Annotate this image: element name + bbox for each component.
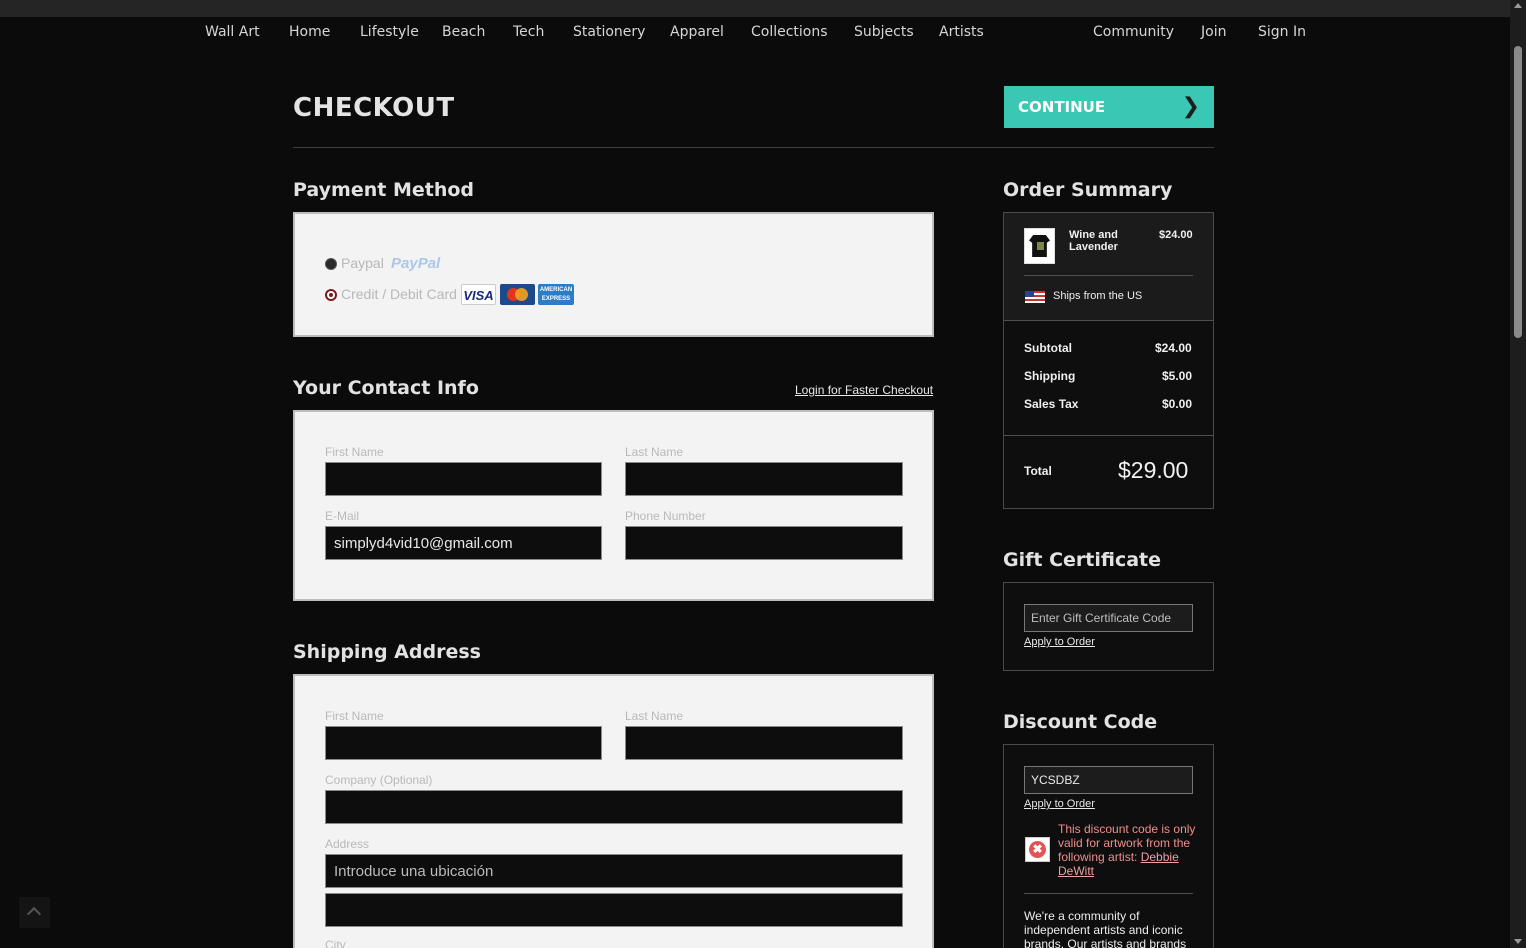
- nav-collections[interactable]: Collections: [751, 24, 828, 40]
- page-title: CHECKOUT: [293, 93, 455, 123]
- scroll-down-icon[interactable]: [1514, 939, 1522, 944]
- print-artwork: [1037, 242, 1044, 250]
- ship-last-name-label: Last Name: [625, 709, 684, 723]
- top-bar: [0, 0, 1510, 17]
- company-field[interactable]: [325, 790, 903, 824]
- back-to-top-button[interactable]: [19, 897, 50, 928]
- payment-method-panel: [293, 212, 934, 337]
- nav-join[interactable]: Join: [1201, 24, 1226, 40]
- paypal-logo: PayPal: [391, 255, 441, 272]
- discount-code-input[interactable]: [1024, 766, 1193, 794]
- nav-apparel[interactable]: Apparel: [670, 24, 724, 40]
- mastercard-icon: [500, 284, 535, 305]
- ship-first-name-label: First Name: [325, 709, 384, 723]
- email-field[interactable]: [325, 526, 602, 560]
- subtotal-label: Subtotal: [1024, 341, 1072, 355]
- gift-apply-link[interactable]: Apply to Order: [1024, 636, 1095, 648]
- total-label: Total: [1024, 464, 1052, 478]
- main-nav: Wall Art Home Lifestyle Beach Tech Stati…: [0, 24, 1510, 44]
- contact-info-heading: Your Contact Info: [293, 377, 479, 399]
- divider: [1004, 320, 1213, 321]
- visa-icon: VISA: [461, 284, 496, 305]
- tax-value: $0.00: [1162, 397, 1193, 411]
- nav-tech[interactable]: Tech: [513, 24, 544, 40]
- address-line2-field[interactable]: [325, 893, 903, 927]
- scroll-up-icon[interactable]: [1514, 3, 1522, 8]
- login-link[interactable]: Login for Faster Checkout: [795, 383, 933, 397]
- subtotal-value: $24.00: [1155, 341, 1192, 355]
- company-label: Company (Optional): [325, 773, 433, 787]
- last-name-field[interactable]: [625, 462, 903, 496]
- ship-last-name-field[interactable]: [625, 726, 903, 760]
- discount-apply-link[interactable]: Apply to Order: [1024, 798, 1095, 810]
- community-blurb: We're a community of independent artists…: [1024, 909, 1187, 948]
- email-label: E-Mail: [325, 509, 360, 523]
- phone-field[interactable]: [625, 526, 903, 560]
- shipping-value: $5.00: [1162, 369, 1193, 383]
- contact-info-panel: [293, 410, 934, 601]
- discount-error-message: This discount code is only valid for art…: [1058, 822, 1198, 878]
- nav-artists[interactable]: Artists: [939, 24, 984, 40]
- tax-label: Sales Tax: [1024, 397, 1079, 411]
- phone-label: Phone Number: [625, 509, 706, 523]
- continue-label: CONTINUE: [1018, 98, 1106, 116]
- nav-wall-art[interactable]: Wall Art: [205, 24, 260, 40]
- discount-code-heading: Discount Code: [1003, 711, 1158, 733]
- last-name-label: Last Name: [625, 445, 684, 459]
- divider: [293, 147, 1214, 148]
- city-label: City: [325, 938, 346, 948]
- chevron-right-icon: ❯: [1181, 94, 1200, 119]
- ship-first-name-field[interactable]: [325, 726, 602, 760]
- error-icon: ✖: [1025, 837, 1050, 862]
- payment-method-heading: Payment Method: [293, 179, 475, 201]
- item-name[interactable]: Wine and Lavender: [1069, 229, 1139, 253]
- divider: [1004, 435, 1213, 436]
- us-flag-icon: [1025, 291, 1045, 303]
- nav-subjects[interactable]: Subjects: [854, 24, 914, 40]
- total-value: $29.00: [1118, 457, 1189, 483]
- address-field[interactable]: [325, 854, 903, 888]
- nav-community[interactable]: Community: [1093, 24, 1174, 40]
- card-radio[interactable]: [325, 289, 337, 301]
- page-scrollbar[interactable]: [1510, 0, 1526, 948]
- divider: [1024, 275, 1193, 276]
- shipping-label: Shipping: [1024, 369, 1076, 383]
- nav-lifestyle[interactable]: Lifestyle: [360, 24, 419, 40]
- divider: [1024, 893, 1193, 894]
- shipping-address-heading: Shipping Address: [293, 641, 481, 663]
- product-thumbnail[interactable]: [1024, 228, 1055, 264]
- order-summary-heading: Order Summary: [1003, 179, 1173, 201]
- continue-button[interactable]: CONTINUE ❯: [1004, 86, 1214, 128]
- nav-home[interactable]: Home: [289, 24, 330, 40]
- paypal-radio[interactable]: [325, 258, 337, 270]
- gift-certificate-input[interactable]: [1024, 604, 1193, 632]
- ships-from: Ships from the US: [1053, 290, 1143, 302]
- nav-sign-in[interactable]: Sign In: [1258, 24, 1306, 40]
- item-price: $24.00: [1159, 229, 1193, 241]
- scroll-thumb[interactable]: [1514, 46, 1522, 338]
- card-label[interactable]: Credit / Debit Card: [341, 286, 457, 302]
- first-name-label: First Name: [325, 445, 384, 459]
- paypal-label[interactable]: Paypal: [341, 255, 384, 271]
- address-label: Address: [325, 837, 370, 851]
- gift-certificate-heading: Gift Certificate: [1003, 549, 1162, 571]
- nav-beach[interactable]: Beach: [442, 24, 485, 40]
- amex-icon: AMERICAN EXPRESS: [538, 284, 574, 305]
- first-name-field[interactable]: [325, 462, 602, 496]
- nav-stationery[interactable]: Stationery: [573, 24, 645, 40]
